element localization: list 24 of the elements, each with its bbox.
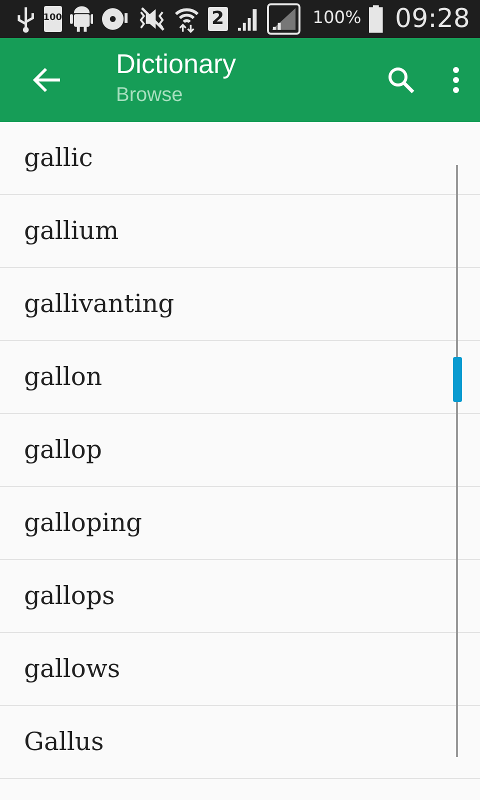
fast-scroll-thumb[interactable] xyxy=(453,357,462,402)
more-icon xyxy=(452,67,460,93)
battery-percentage: 100% xyxy=(312,7,362,30)
word-item[interactable]: gallop xyxy=(24,431,102,469)
usb-icon xyxy=(16,5,36,33)
battery-icon xyxy=(369,5,384,33)
word-item[interactable]: gallows xyxy=(24,650,120,688)
word-item[interactable]: gallic xyxy=(24,139,93,177)
word-item[interactable]: gallivanting xyxy=(24,285,174,323)
android-icon xyxy=(70,5,94,33)
battery-status-icon: 100 xyxy=(44,6,62,32)
clock: 09:28 xyxy=(395,2,470,36)
word-item[interactable]: gallium xyxy=(24,212,119,250)
word-item[interactable]: gallops xyxy=(24,577,115,615)
search-icon xyxy=(386,65,416,95)
app-subtitle: Browse xyxy=(116,82,184,108)
word-item[interactable]: galloping xyxy=(24,504,142,542)
signal-icon xyxy=(267,3,301,35)
sim-card-icon: 2 xyxy=(208,7,228,31)
app-title: Dictionary xyxy=(116,50,238,80)
back-arrow-icon xyxy=(32,67,62,93)
word-item[interactable]: Gallus xyxy=(24,723,104,761)
word-item[interactable]: gallon xyxy=(24,358,102,396)
disc-icon xyxy=(101,5,129,33)
